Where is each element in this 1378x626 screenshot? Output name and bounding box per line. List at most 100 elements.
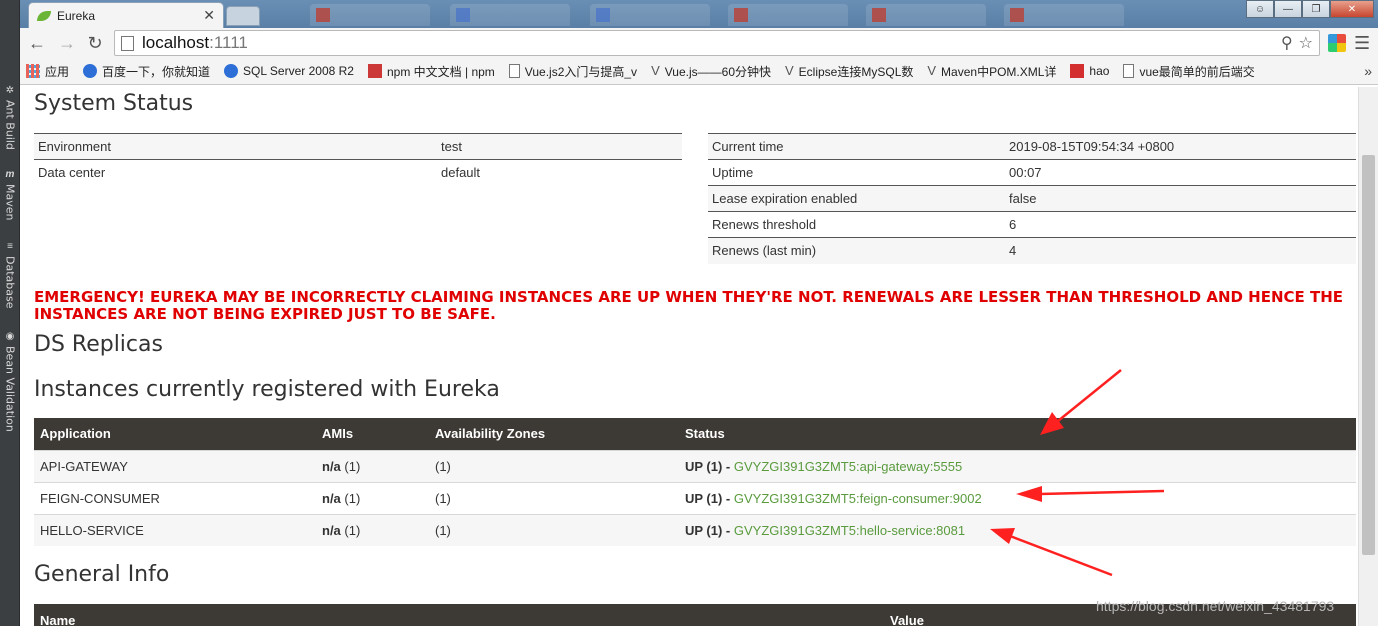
status-text: UP (1) -	[685, 490, 734, 506]
scrollbar-thumb[interactable]	[1362, 155, 1375, 555]
bookmark-label: hao	[1089, 64, 1110, 78]
csdn-icon	[1070, 64, 1085, 78]
status-value: 2019-08-15T09:54:34 +0800	[1005, 133, 1356, 160]
amis-value: n/a	[322, 522, 341, 538]
bean-icon: ◉	[5, 331, 15, 342]
status-key: Environment	[34, 133, 437, 160]
forward-button[interactable]: →	[56, 32, 78, 54]
bookmark-label: SQL Server 2008 R2	[243, 64, 354, 78]
application-name: HELLO-SERVICE	[34, 513, 316, 546]
maximize-button[interactable]: ❐	[1302, 0, 1330, 18]
background-tab[interactable]	[1004, 4, 1124, 26]
table-header-row: Application AMIs Availability Zones Stat…	[34, 418, 1356, 450]
vue-icon: V	[651, 63, 660, 78]
tab-title: Eureka	[57, 8, 96, 23]
bookmark-item[interactable]: V Vue.js——60分钟快	[651, 63, 771, 80]
zones-cell: (1)	[429, 513, 679, 546]
background-tab[interactable]	[590, 4, 710, 26]
column-header-amis: AMIs	[316, 418, 429, 450]
instance-link[interactable]: GVYZGI391G3ZMT5:feign-consumer:9002	[734, 491, 982, 506]
bookmarks-bar: 应用 百度一下，你就知道 SQL Server 2008 R2 npm 中文文档…	[20, 58, 1378, 85]
minimize-button[interactable]: —	[1274, 0, 1302, 18]
tab-eureka[interactable]: Eureka ✕	[28, 2, 224, 28]
database-icon: ≡	[7, 241, 13, 252]
more-bookmarks-button[interactable]: »	[1364, 63, 1372, 79]
url-port: :1111	[209, 33, 248, 52]
bookmark-label: Vue.js2入门与提高_v	[524, 64, 638, 79]
bookmark-item[interactable]: hao	[1070, 64, 1109, 78]
address-bar[interactable]: localhost :1111 ⚲ ☆	[114, 30, 1320, 56]
ant-icon: ✲	[5, 85, 15, 96]
ide-tab-maven[interactable]: m Maven	[0, 169, 20, 221]
background-tab[interactable]	[450, 4, 570, 26]
background-tab[interactable]	[728, 4, 848, 26]
status-key: Uptime	[708, 159, 1005, 186]
status-key: Current time	[708, 133, 1005, 160]
column-header-application: Application	[34, 418, 316, 450]
column-header-status: Status	[679, 418, 1356, 450]
background-tab[interactable]	[310, 4, 430, 26]
bookmark-label: Maven中POM.XML详	[941, 64, 1057, 79]
ide-tab-bean-validation[interactable]: ◉ Bean Validation	[0, 332, 20, 432]
user-icon[interactable]: ☺	[1246, 0, 1274, 18]
status-value: default	[437, 159, 682, 186]
status-key: Renews threshold	[708, 211, 1005, 238]
ide-tab-database[interactable]: ≡ Database	[0, 242, 20, 309]
instance-link[interactable]: GVYZGI391G3ZMT5:hello-service:8081	[734, 523, 965, 538]
vue-icon: V	[927, 63, 937, 78]
ide-tab-ant-build[interactable]: ✲ Ant Build	[0, 86, 20, 150]
close-icon[interactable]: ✕	[203, 7, 215, 24]
system-status-left-table: Environment test Data center default	[34, 133, 682, 186]
ide-tab-label: Maven	[3, 184, 17, 221]
bookmark-item[interactable]: 百度一下，你就知道	[83, 63, 210, 80]
status-cell: UP (1) - GVYZGI391G3ZMT5:feign-consumer:…	[679, 481, 1356, 514]
status-value: 6	[1005, 211, 1356, 238]
amis-cell: n/a (1)	[316, 513, 429, 546]
page-icon	[508, 64, 520, 78]
status-value: false	[1005, 185, 1356, 212]
bookmark-item[interactable]: V Eclipse连接MySQL数	[785, 63, 913, 80]
tab-bar: Eureka ✕ ☺ — ❐ ✕	[20, 0, 1378, 28]
zones-cell: (1)	[429, 449, 679, 482]
url-host: localhost	[142, 33, 210, 52]
amis-cell: n/a (1)	[316, 481, 429, 514]
bookmark-item[interactable]: Vue.js2入门与提高_v	[508, 63, 638, 80]
tab-favicon-icon	[872, 8, 886, 22]
column-header-zones: Availability Zones	[429, 418, 679, 450]
tab-favicon-icon	[316, 8, 330, 22]
maven-icon: m	[5, 169, 15, 180]
bookmark-item[interactable]: SQL Server 2008 R2	[224, 64, 354, 78]
status-text: UP (1) -	[685, 458, 734, 474]
bookmark-label: vue最简单的前后端交	[1139, 64, 1255, 79]
table-row: FEIGN-CONSUMER n/a (1) (1) UP (1) - GVYZ…	[34, 481, 1356, 514]
bookmark-item[interactable]: V Maven中POM.XML详	[927, 63, 1056, 80]
reload-button[interactable]: ↻	[84, 32, 106, 54]
new-tab-button[interactable]	[226, 6, 260, 26]
bookmark-label: Eclipse连接MySQL数	[798, 64, 914, 79]
amis-value: n/a	[322, 490, 341, 506]
status-value: 00:07	[1005, 159, 1356, 186]
ide-tab-label: Bean Validation	[3, 346, 17, 432]
bookmark-item[interactable]: 应用	[26, 63, 69, 80]
zoom-icon[interactable]: ⚲	[1281, 33, 1293, 53]
column-header-name: Name	[34, 604, 884, 626]
background-tab[interactable]	[866, 4, 986, 26]
menu-icon[interactable]: ☰	[1354, 33, 1370, 54]
status-key: Renews (last min)	[708, 237, 1005, 264]
application-name: API-GATEWAY	[34, 449, 316, 482]
star-icon[interactable]: ☆	[1299, 33, 1313, 53]
amis-count: (1)	[340, 458, 361, 474]
back-button[interactable]: ←	[26, 32, 48, 54]
bookmark-label: 百度一下，你就知道	[102, 64, 211, 79]
bookmark-item[interactable]: npm 中文文档 | npm	[367, 63, 495, 80]
instance-link[interactable]: GVYZGI391G3ZMT5:api-gateway:5555	[734, 459, 962, 474]
window-close-button[interactable]: ✕	[1330, 0, 1374, 18]
ide-tab-label: Ant Build	[3, 100, 17, 150]
page-scrollbar[interactable]	[1358, 87, 1378, 626]
bookmark-item[interactable]: vue最简单的前后端交	[1123, 63, 1255, 80]
emergency-warning: EMERGENCY! EUREKA MAY BE INCORRECTLY CLA…	[34, 288, 1344, 323]
tab-favicon-icon	[596, 8, 610, 22]
vue-icon: V	[785, 63, 794, 78]
table-row: Renews (last min) 4	[708, 237, 1356, 264]
extension-icon[interactable]	[1328, 34, 1346, 52]
